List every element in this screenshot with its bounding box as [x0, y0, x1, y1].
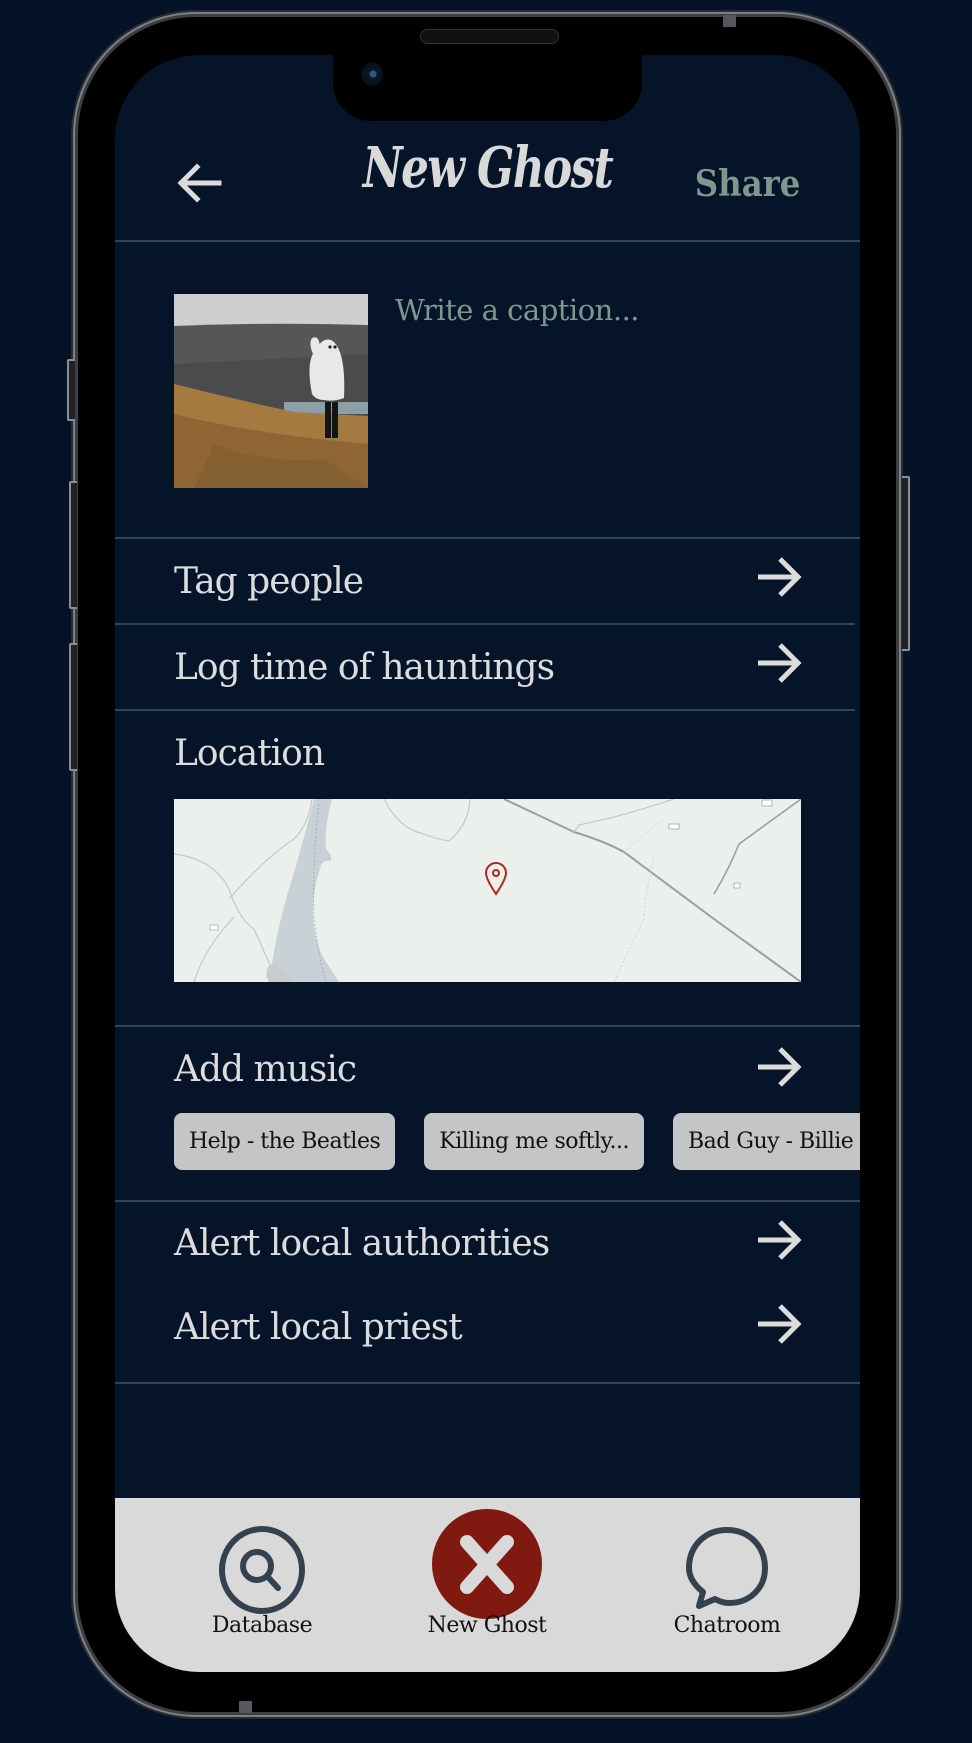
arrow-right-icon[interactable] [756, 1218, 804, 1262]
earpiece-speaker [420, 29, 559, 44]
screen: New Ghost Share Tag people [115, 55, 860, 1672]
divider [115, 709, 855, 711]
volume-down-button [69, 643, 77, 771]
antenna-band [723, 15, 736, 27]
arrow-right-icon[interactable] [756, 641, 804, 685]
music-chip[interactable]: Killing me softly... [424, 1113, 645, 1170]
chat-bubble-icon [686, 1527, 768, 1609]
divider [115, 1025, 860, 1027]
divider [115, 537, 860, 539]
bottom-nav: Database New Ghost Chatroom [115, 1498, 860, 1672]
divider [115, 1200, 860, 1202]
page-title: New Ghost [362, 135, 614, 201]
add-music-label: Add music [174, 1049, 357, 1090]
ghost-photo-thumbnail [174, 294, 368, 488]
music-chip[interactable]: Help - the Beatles [174, 1113, 396, 1170]
divider [115, 1382, 860, 1384]
nav-new-ghost-label: New Ghost [427, 1613, 547, 1638]
nav-database[interactable]: Database [182, 1498, 342, 1672]
close-icon [432, 1509, 542, 1619]
arrow-right-icon[interactable] [756, 555, 804, 599]
divider [115, 623, 855, 625]
nav-chatroom-label: Chatroom [673, 1613, 781, 1638]
share-button[interactable]: Share [694, 163, 800, 205]
antenna-band [239, 1701, 252, 1713]
location-map[interactable] [174, 799, 801, 982]
mute-switch [67, 359, 75, 421]
alert-priest-label: Alert local priest [174, 1307, 463, 1348]
alert-authorities-label: Alert local authorities [174, 1223, 550, 1264]
volume-up-button [69, 481, 77, 609]
arrow-right-icon[interactable] [756, 1045, 804, 1089]
tag-people-label: Tag people [174, 561, 364, 602]
divider [115, 240, 860, 242]
search-icon [219, 1526, 305, 1614]
log-time-label: Log time of hauntings [174, 647, 555, 688]
music-suggestions: Help - the Beatles Killing me softly... Ba… [174, 1113, 860, 1170]
arrow-right-icon[interactable] [756, 1302, 804, 1346]
nav-new-ghost[interactable]: New Ghost [407, 1498, 567, 1672]
music-chip[interactable]: Bad Guy - Billie Eilish [673, 1113, 860, 1170]
caption-input[interactable] [395, 293, 795, 327]
nav-database-label: Database [211, 1613, 313, 1638]
nav-chatroom[interactable]: Chatroom [647, 1498, 807, 1672]
front-camera [361, 62, 383, 86]
location-label: Location [174, 733, 325, 774]
power-button [902, 476, 910, 651]
